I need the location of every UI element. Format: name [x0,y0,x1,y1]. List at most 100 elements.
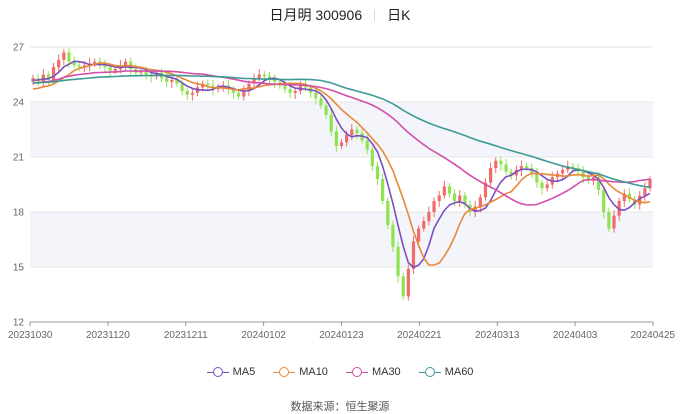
candle-body [453,193,457,201]
candlestick-chart: 121518212427 20231030 20231120 20231211 202… [8,43,676,342]
y-tick-label: 21 [13,153,25,164]
candle-body [489,168,493,183]
legend-marker-dot [351,367,362,377]
candle-body [314,92,318,99]
candle-body [504,164,508,172]
candle-body [607,212,611,229]
candle-body [242,91,246,97]
candle-body [525,166,529,168]
legend-label: MA10 [299,366,328,378]
candle-body [386,201,390,225]
legend-marker-icon [206,366,229,378]
candle-body [545,184,549,189]
candle-body [288,89,292,93]
candle-body [535,173,539,183]
candle-body [355,129,359,134]
candle-body [442,186,446,196]
candle-body [334,131,338,146]
candle-body [375,166,380,179]
candle-body [406,268,410,297]
candle-body [257,74,261,79]
candle-body [365,140,369,150]
x-tick-label: 20240425 [631,330,676,341]
candle-body [180,83,184,91]
candle-body [391,224,395,247]
candle-body [494,160,498,168]
candle-body [458,195,462,201]
candle-body [62,52,66,60]
legend-label: MA60 [444,366,474,378]
legend-item-ma5[interactable]: MA5 [206,366,256,378]
background-band [30,212,653,267]
candle-body [411,241,416,269]
candle-body [206,83,210,86]
candle-body [185,91,189,95]
x-tick-label: 20231120 [86,330,130,341]
candle-body [108,67,112,71]
candle-body [345,135,349,143]
x-tick-label: 20240221 [397,330,442,341]
legend-item-ma30[interactable]: MA30 [345,366,401,378]
legend-item-ma10[interactable]: MA10 [273,366,328,378]
candle-body [422,221,426,229]
candle-body [93,61,97,64]
candle-body [283,85,287,90]
x-tick-label: 20240123 [319,330,364,341]
candle-body [401,276,405,297]
candle-body [273,80,277,82]
candle-body [123,61,128,66]
candle-body [643,188,647,196]
y-tick-label: 24 [13,98,25,109]
legend: MA5 MA10 MA30 MA60 [0,366,680,378]
candle-body [381,179,385,201]
candle-body [437,195,441,201]
data-source: 数据来源：恒生聚源 [290,401,390,413]
candle-body [237,92,241,97]
y-tick-label: 18 [13,208,25,219]
candle-body [41,74,45,82]
candle-body [478,197,482,207]
candle-body [324,105,328,115]
legend-marker-icon [418,366,441,378]
candle-body [67,52,71,62]
candle-body [262,74,266,77]
legend-item-ma60[interactable]: MA60 [418,366,474,378]
legend-label: MA5 [232,366,256,378]
candle-body [560,169,565,174]
legend-marker-icon [273,366,296,378]
legend-marker-dot [279,367,290,377]
y-tick-label: 27 [13,43,25,54]
candle-body [350,129,354,135]
chart-page: 日月明 300906 日K 12 15 18 21 24 27 20231030 202311… [0,0,680,413]
y-tick-label: 12 [13,318,25,329]
candle-body [293,91,297,93]
legend-marker-icon [345,366,368,378]
legend-marker-dot [212,367,223,377]
candle-body [170,80,174,82]
candle-body [77,65,81,68]
candle-body [165,78,169,82]
candle-body [339,142,344,146]
candle-body [432,201,436,212]
x-axis: 20231030 20231120 20231211 20240102 20240123… [8,321,676,341]
legend-marker-dot [424,367,435,377]
candle-body [57,59,61,68]
candle-body [499,160,503,165]
candle-body [51,67,56,80]
candle-body [612,215,616,229]
candle-body [417,228,421,242]
grid-lines [30,46,653,323]
x-tick-label: 20231030 [8,330,53,341]
candle-body [370,149,374,167]
candle-body [319,98,323,106]
candle-body [396,246,400,277]
y-tick-label: 15 [13,263,25,274]
candle-body [113,69,117,71]
y-axis-labels: 12 15 18 21 24 27 [13,43,25,329]
candle-body [540,182,544,189]
candle-body [190,92,194,95]
candle-body [447,186,452,194]
legend-label: MA30 [371,366,401,378]
candle-body [427,212,431,222]
x-tick-label: 20240403 [553,330,598,341]
